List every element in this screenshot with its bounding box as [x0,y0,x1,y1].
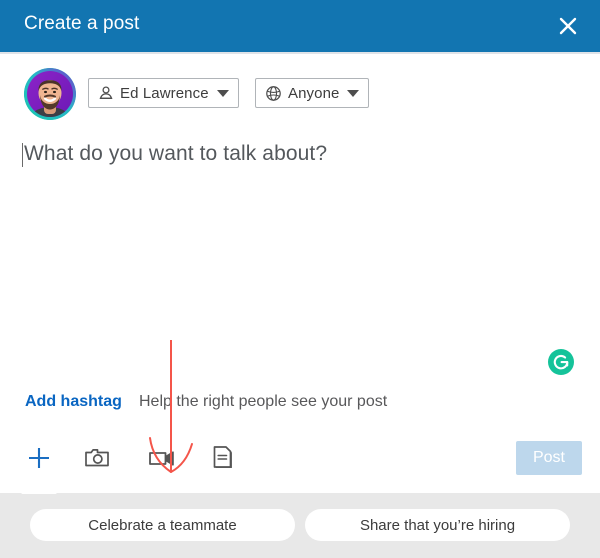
create-post-dialog: Create a post Ed Lawrence Anyone What do… [0,0,600,558]
action-toolbar: Post [0,436,600,488]
suggestion-bar: Celebrate a teammate Share that you’re h… [0,479,600,558]
photo-icon[interactable] [75,436,119,480]
editor-placeholder: What do you want to talk about? [24,142,328,165]
globe-icon [265,85,282,102]
person-icon [98,85,114,101]
avatar[interactable] [24,68,76,120]
identity-row: Ed Lawrence Anyone [0,54,600,120]
document-icon[interactable] [202,436,246,480]
close-icon[interactable] [552,10,584,42]
text-caret [22,143,23,167]
add-hashtag-link[interactable]: Add hashtag [25,393,122,411]
post-text-editor[interactable]: What do you want to talk about? [0,126,600,376]
hashtag-row: Add hashtag Help the right people see yo… [0,393,600,419]
suggestion-chip-celebrate[interactable]: Celebrate a teammate [30,509,295,541]
suggestion-pointer [21,479,57,494]
audience-label: Anyone [288,84,340,102]
video-icon[interactable] [140,436,184,480]
add-icon[interactable] [17,436,61,480]
chevron-down-icon [347,89,360,97]
author-selector[interactable]: Ed Lawrence [88,78,239,108]
suggestion-chip-hiring[interactable]: Share that you’re hiring [305,509,570,541]
post-button[interactable]: Post [516,441,582,475]
grammarly-icon[interactable] [547,348,575,376]
chevron-down-icon [216,89,229,97]
dialog-header: Create a post [0,0,600,52]
hashtag-hint: Help the right people see your post [139,393,388,410]
page-title: Create a post [24,13,140,34]
author-label: Ed Lawrence [120,84,209,102]
audience-selector[interactable]: Anyone [255,78,370,108]
